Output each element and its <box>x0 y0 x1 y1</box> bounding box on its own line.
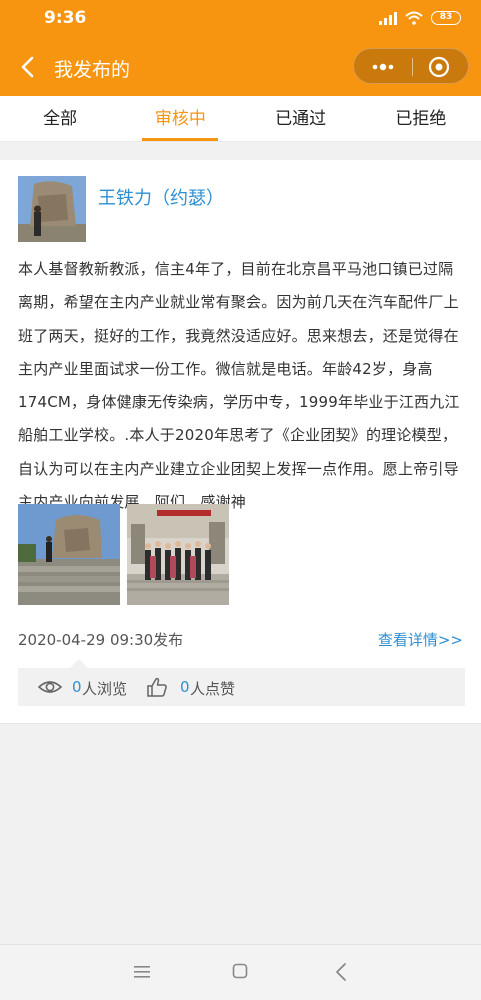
tab-approved[interactable]: 已通过 <box>241 96 361 141</box>
post-photo-rock[interactable] <box>18 504 120 605</box>
capsule-divider <box>412 58 413 76</box>
author-name[interactable]: 王铁力（约瑟） <box>98 184 224 210</box>
miniprogram-capsule <box>353 48 469 84</box>
like-label: 人点赞 <box>190 680 236 698</box>
header-bar: 9:36 83 我发布的 <box>0 0 481 96</box>
tab-rejected[interactable]: 已拒绝 <box>361 96 481 141</box>
view-label: 人浏览 <box>82 680 128 698</box>
thumbs-up-icon[interactable] <box>146 676 168 698</box>
signal-icon <box>379 11 397 25</box>
wifi-icon <box>405 11 423 25</box>
menu-icon[interactable] <box>133 964 151 980</box>
battery-icon: 83 <box>431 11 461 25</box>
back-arrow-icon[interactable] <box>14 52 42 82</box>
avatar[interactable] <box>18 176 86 242</box>
status-time: 9:36 <box>44 8 87 28</box>
post-content: 本人基督教新教派，信主4年了，目前在北京昌平马池口镇已过隔离期，希望在主内产业就… <box>18 260 460 512</box>
eye-icon <box>38 681 62 693</box>
post-photo-group[interactable] <box>127 504 229 605</box>
post-date: 2020-04-29 09:30发布 <box>18 631 184 649</box>
tab-reviewing[interactable]: 审核中 <box>120 96 240 141</box>
system-nav-bar <box>0 944 481 1000</box>
status-icons: 83 <box>379 11 461 25</box>
view-details-link[interactable]: 查看详情>> <box>378 629 463 650</box>
nav-bar: 我发布的 <box>0 38 481 96</box>
status-bar: 9:36 83 <box>0 0 481 36</box>
post-card: 王铁力（约瑟） 本人基督教新教派，信主4年了，目前在北京昌平马池口镇已过隔离期，… <box>0 160 481 724</box>
view-count: 0 <box>72 678 82 696</box>
post-stats: 0 人浏览 0 人点赞 <box>18 659 465 706</box>
home-icon[interactable] <box>232 963 248 979</box>
page-title: 我发布的 <box>54 59 131 81</box>
close-miniprogram-icon[interactable] <box>428 56 450 78</box>
more-icon[interactable] <box>368 57 398 77</box>
status-tabs: 全部 审核中 已通过 已拒绝 <box>0 96 481 142</box>
like-count: 0 <box>180 678 190 696</box>
system-back-icon[interactable] <box>334 962 348 982</box>
tab-all[interactable]: 全部 <box>0 96 120 141</box>
